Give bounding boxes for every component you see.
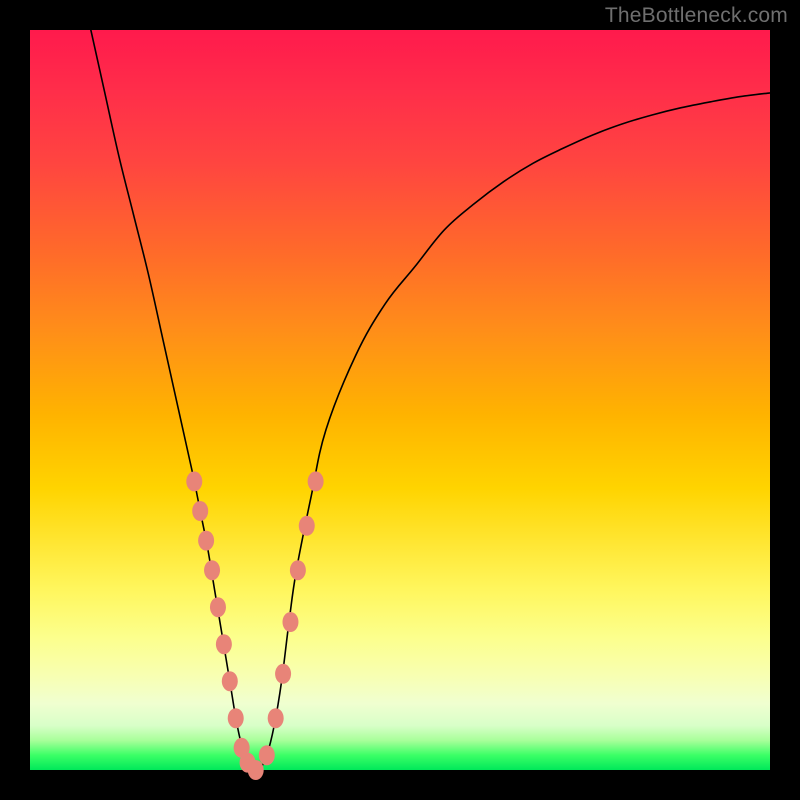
curve-marker (299, 516, 315, 536)
curve-marker (210, 597, 226, 617)
curve-marker (198, 531, 214, 551)
curve-marker (282, 612, 298, 632)
curve-marker (308, 471, 324, 491)
curve-marker (259, 745, 275, 765)
curve-marker (192, 501, 208, 521)
curve-marker (275, 664, 291, 684)
curve-marker (248, 760, 264, 780)
bottleneck-curve (89, 23, 770, 772)
chart-canvas: TheBottleneck.com (0, 0, 800, 800)
plot-area (30, 30, 770, 770)
curve-marker (228, 708, 244, 728)
curve-marker (216, 634, 232, 654)
watermark-text: TheBottleneck.com (605, 4, 788, 28)
highlighted-markers (186, 471, 323, 780)
curve-svg (30, 30, 770, 770)
curve-marker (204, 560, 220, 580)
curve-marker (222, 671, 238, 691)
curve-marker (290, 560, 306, 580)
curve-marker (268, 708, 284, 728)
curve-marker (186, 471, 202, 491)
